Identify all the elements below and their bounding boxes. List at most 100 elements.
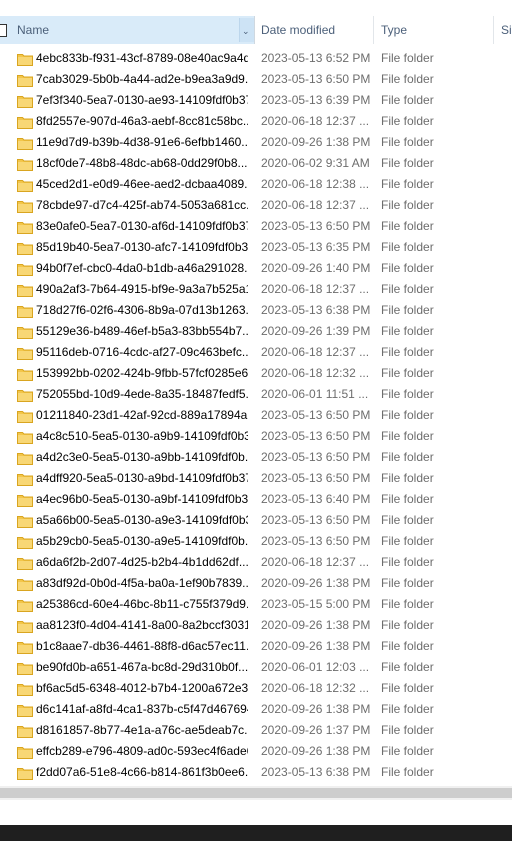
file-type: File folder <box>381 93 434 107</box>
file-type: File folder <box>381 471 434 485</box>
list-item[interactable]: 95116deb-0716-4cdc-af27-09c463befc... 202… <box>0 342 512 363</box>
list-item[interactable]: 153992bb-0202-424b-9fbb-57fcf0285e65 2020… <box>0 363 512 384</box>
list-item[interactable]: 94b0f7ef-cbc0-4da0-b1db-a46a291028... 202… <box>0 258 512 279</box>
folder-icon <box>17 682 33 696</box>
list-item[interactable]: 7cab3029-5b0b-4a44-ad2e-b9ea3a9d9... 2023… <box>0 69 512 90</box>
file-name: 153992bb-0202-424b-9fbb-57fcf0285e65 <box>36 366 248 380</box>
list-item[interactable]: be90fd0b-a651-467a-bc8d-29d310b0f... 2020… <box>0 657 512 678</box>
file-type: File folder <box>381 618 434 632</box>
folder-icon <box>17 619 33 633</box>
list-item[interactable]: 01211840-23d1-42af-92cd-889a17894a... 202… <box>0 405 512 426</box>
list-item[interactable]: 752055bd-10d9-4ede-8a35-18487fedf5... 202… <box>0 384 512 405</box>
list-item[interactable]: a5a66b00-5ea5-0130-a9e3-14109fdf0b37 2023… <box>0 510 512 531</box>
list-item[interactable]: a6da6f2b-2d07-4d25-b2b4-4b1dd62df... 2020… <box>0 552 512 573</box>
list-item[interactable]: 11e9d7d9-b39b-4d38-91e6-6efbb1460... 2020… <box>0 132 512 153</box>
list-item[interactable]: a83df92d-0b0d-4f5a-ba0a-1ef90b7839... 202… <box>0 573 512 594</box>
list-item[interactable]: 83e0afe0-5ea7-0130-af6d-14109fdf0b37 2023… <box>0 216 512 237</box>
file-name: 45ced2d1-e0d9-46ee-aed2-dcbaa4089... <box>36 177 248 191</box>
taskbar <box>0 825 512 841</box>
file-type: File folder <box>381 198 434 212</box>
list-item[interactable]: 490a2af3-7b64-4915-bf9e-9a3a7b525a17 2020… <box>0 279 512 300</box>
file-name: 94b0f7ef-cbc0-4da0-b1db-a46a291028... <box>36 261 248 275</box>
file-date-modified: 2020-06-18 12:32 ... <box>261 366 370 380</box>
file-type: File folder <box>381 765 434 779</box>
list-item[interactable]: d8161857-8b77-4e1a-a76c-ae5deab7c... 2020… <box>0 720 512 741</box>
folder-icon <box>17 724 33 738</box>
sort-dropdown-button[interactable]: ⌄ <box>239 18 254 42</box>
folder-icon <box>17 451 33 465</box>
chevron-down-icon: ⌄ <box>242 26 250 36</box>
file-name: a6da6f2b-2d07-4d25-b2b4-4b1dd62df... <box>36 555 248 569</box>
list-item[interactable]: a4c8c510-5ea5-0130-a9b9-14109fdf0b37 2023… <box>0 426 512 447</box>
list-item[interactable]: 18cf0de7-48b8-48dc-ab68-0dd29f0b8... 2020… <box>0 153 512 174</box>
list-item[interactable]: 4ebc833b-f931-43cf-8789-08e40ac9a4d6 2023… <box>0 48 512 69</box>
horizontal-scrollbar-thumb[interactable] <box>0 788 512 798</box>
folder-icon <box>17 52 33 66</box>
list-item[interactable]: aa8123f0-4d04-4141-8a00-8a2bccf30315 2020… <box>0 615 512 636</box>
file-type: File folder <box>381 576 434 590</box>
file-date-modified: 2020-06-18 12:37 ... <box>261 345 370 359</box>
list-item[interactable]: a4d2c3e0-5ea5-0130-a9bb-14109fdf0b... 202… <box>0 447 512 468</box>
list-item[interactable]: d6c141af-a8fd-4ca1-837b-c5f47d467694 2020… <box>0 699 512 720</box>
column-header-type[interactable]: Type <box>375 16 494 44</box>
column-header-date-modified[interactable]: Date modified <box>255 16 374 44</box>
file-date-modified: 2023-05-15 5:00 PM <box>261 597 371 611</box>
file-name: 718d27f6-02f6-4306-8b9a-07d13b1263... <box>36 303 248 317</box>
file-name: b1c8aae7-db36-4461-88f8-d6ac57ec11... <box>36 639 248 653</box>
list-item[interactable]: b1c8aae7-db36-4461-88f8-d6ac57ec11... 202… <box>0 636 512 657</box>
list-item[interactable]: 7ef3f340-5ea7-0130-ae93-14109fdf0b37 2023… <box>0 90 512 111</box>
list-item[interactable]: 8fd2557e-907d-46a3-aebf-8cc81c58bc... 202… <box>0 111 512 132</box>
folder-icon <box>17 745 33 759</box>
folder-icon <box>17 241 33 255</box>
list-item[interactable]: a4ec96b0-5ea5-0130-a9bf-14109fdf0b37 2023… <box>0 489 512 510</box>
select-all-checkbox[interactable] <box>0 24 7 37</box>
file-type: File folder <box>381 744 434 758</box>
file-type: File folder <box>381 450 434 464</box>
file-name: bf6ac5d5-6348-4012-b7b4-1200a672e3... <box>36 681 248 695</box>
file-name: 55129e36-b489-46ef-b5a3-83bb554b7... <box>36 324 248 338</box>
file-type: File folder <box>381 51 434 65</box>
file-date-modified: 2023-05-13 6:50 PM <box>261 471 371 485</box>
list-item[interactable]: a4dff920-5ea5-0130-a9bd-14109fdf0b37 2023… <box>0 468 512 489</box>
file-name: aa8123f0-4d04-4141-8a00-8a2bccf30315 <box>36 618 248 632</box>
file-type: File folder <box>381 261 434 275</box>
folder-icon <box>17 178 33 192</box>
file-type: File folder <box>381 324 434 338</box>
list-item[interactable]: a5b29cb0-5ea5-0130-a9e5-14109fdf0b... 202… <box>0 531 512 552</box>
folder-icon <box>17 136 33 150</box>
file-date-modified: 2023-05-13 6:50 PM <box>261 450 371 464</box>
folder-icon <box>17 157 33 171</box>
file-date-modified: 2020-06-18 12:32 ... <box>261 681 370 695</box>
folder-icon <box>17 640 33 654</box>
file-name: a83df92d-0b0d-4f5a-ba0a-1ef90b7839... <box>36 576 248 590</box>
list-item[interactable]: bf6ac5d5-6348-4012-b7b4-1200a672e3... 202… <box>0 678 512 699</box>
file-date-modified: 2023-05-13 6:38 PM <box>261 303 371 317</box>
file-name: 7ef3f340-5ea7-0130-ae93-14109fdf0b37 <box>36 93 248 107</box>
folder-icon <box>17 577 33 591</box>
folder-icon <box>17 325 33 339</box>
folder-icon <box>17 766 33 780</box>
folder-icon <box>17 346 33 360</box>
horizontal-scrollbar[interactable] <box>0 786 512 800</box>
list-item[interactable]: 45ced2d1-e0d9-46ee-aed2-dcbaa4089... 2020… <box>0 174 512 195</box>
folder-icon <box>17 556 33 570</box>
file-type: File folder <box>381 366 434 380</box>
file-name: 18cf0de7-48b8-48dc-ab68-0dd29f0b8... <box>36 156 248 170</box>
file-name: effcb289-e796-4809-ad0c-593ec4f6ade6 <box>36 744 248 758</box>
file-name: a4c8c510-5ea5-0130-a9b9-14109fdf0b37 <box>36 429 248 443</box>
column-header-size[interactable]: Siz <box>495 16 512 44</box>
list-item[interactable]: 85d19b40-5ea7-0130-afc7-14109fdf0b37 2023… <box>0 237 512 258</box>
file-type: File folder <box>381 639 434 653</box>
list-item[interactable]: 78cbde97-d7c4-425f-ab74-5053a681cc... 202… <box>0 195 512 216</box>
column-header-name[interactable]: Name ⌄ <box>0 16 255 44</box>
list-item[interactable]: a25386cd-60e4-46bc-8b11-c755f379d9... 202… <box>0 594 512 615</box>
list-item[interactable]: 55129e36-b489-46ef-b5a3-83bb554b7... 2020… <box>0 321 512 342</box>
folder-icon <box>17 367 33 381</box>
file-name: a25386cd-60e4-46bc-8b11-c755f379d9... <box>36 597 248 611</box>
list-item[interactable]: 718d27f6-02f6-4306-8b9a-07d13b1263... 202… <box>0 300 512 321</box>
column-header-bar: Name ⌄ Date modified Type Siz <box>0 16 512 44</box>
list-item[interactable]: f2dd07a6-51e8-4c66-b814-861f3b0ee6... 202… <box>0 762 512 783</box>
file-date-modified: 2023-05-13 6:35 PM <box>261 240 371 254</box>
list-item[interactable]: effcb289-e796-4809-ad0c-593ec4f6ade6 2020… <box>0 741 512 762</box>
file-date-modified: 2020-09-26 1:38 PM <box>261 618 371 632</box>
